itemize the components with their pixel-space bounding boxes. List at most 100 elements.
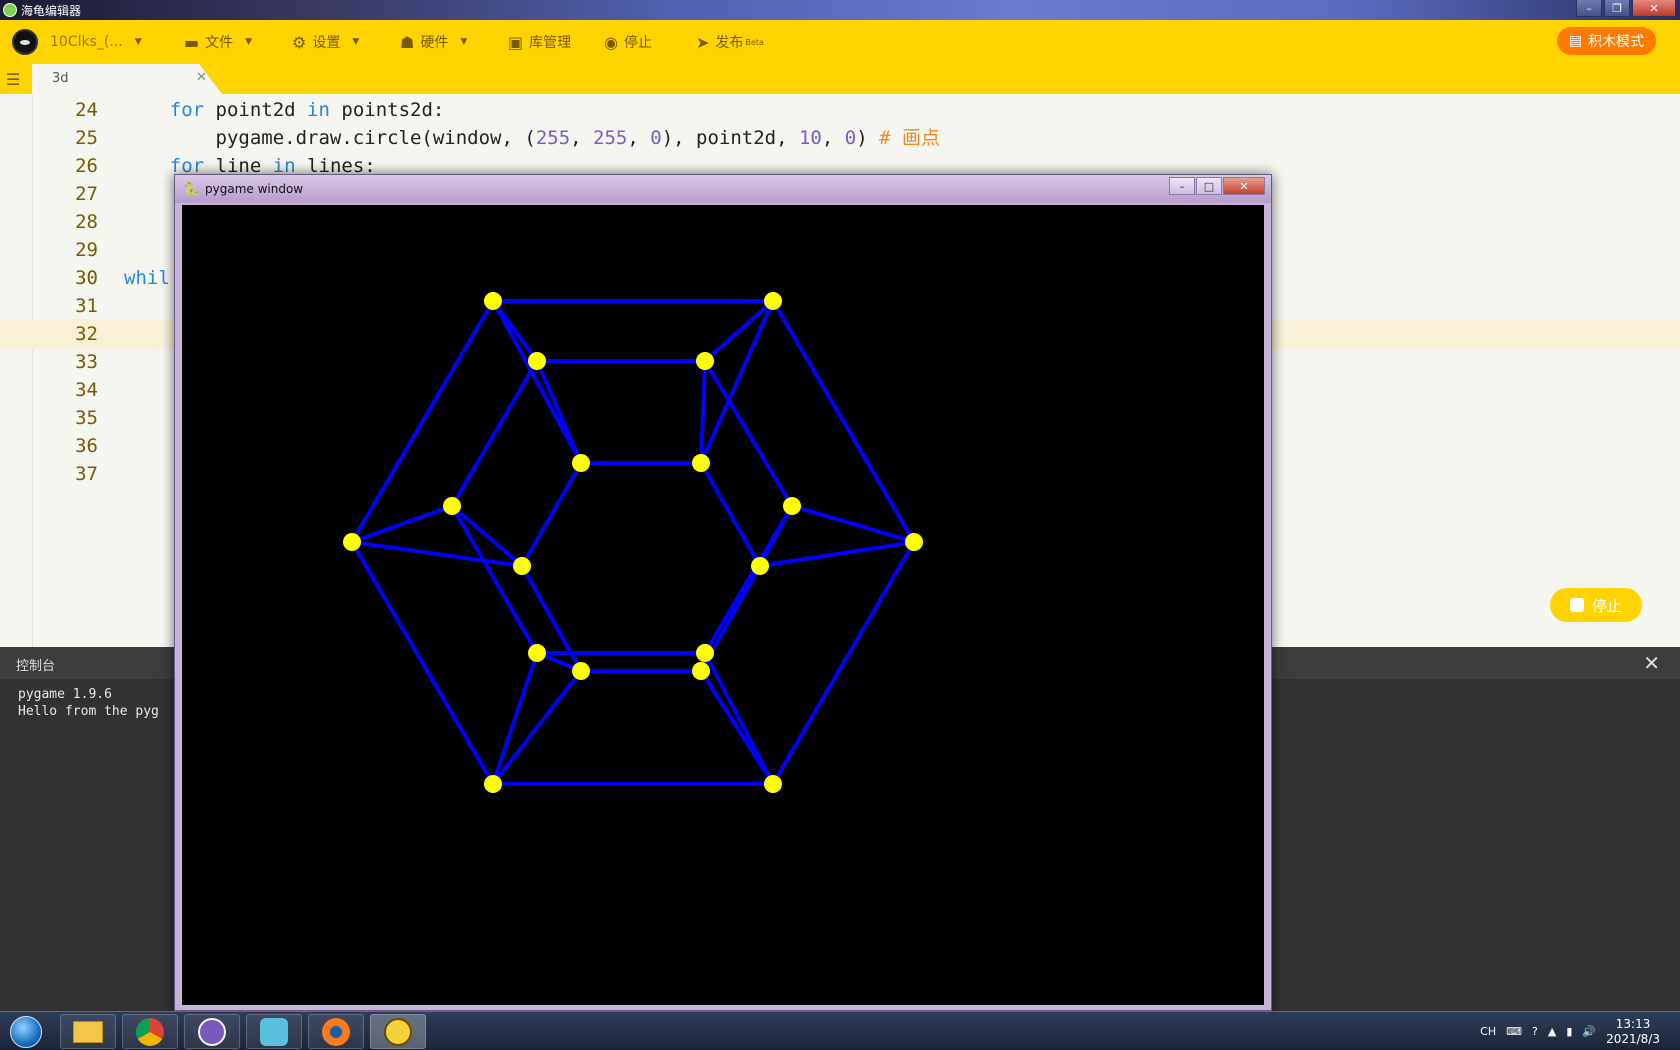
canvas-background [182,205,1264,1005]
network-icon[interactable]: ▮ [1566,1025,1572,1038]
line-number: 27 [75,183,98,205]
folder-icon [73,1020,103,1043]
close-button[interactable]: ✕ [1632,0,1676,17]
menu-toggle-icon[interactable]: ☰ [6,70,20,89]
line-number: 28 [75,211,98,233]
bird-app-icon[interactable] [246,1014,302,1049]
restore-button[interactable]: ❐ [1604,0,1630,17]
wireframe-vertex [572,662,590,680]
stop-label: 停止 [623,35,652,51]
tray-expand-icon[interactable]: ▲ [1548,1025,1556,1038]
wireframe-vertex [443,497,461,515]
console-line: pygame 1.9.6 [18,687,112,702]
system-tray: CH ⌨ ? ▲ ▮ 🔊 13:13 2021/8/3 [1480,1012,1660,1050]
main-toolbar: 10Clks_(... ▼ ▬ 文件 ▼ ⚙ 设置 ▼ ☗ 硬件 ▼ ▣ 库管理 [0,20,1680,94]
line-number: 26 [75,155,98,177]
pygame-title-bar[interactable]: 🐍 pygame window – □ ✕ [175,175,1271,203]
help-icon[interactable]: ? [1532,1025,1538,1038]
code-text: for point2d in points2d: [169,99,445,121]
turtle-icon [384,1017,412,1046]
file-menu[interactable]: ▬ 文件 ▼ [184,31,252,53]
code-text: whil [124,267,170,289]
hardware-menu[interactable]: ☗ 硬件 ▼ [400,31,467,53]
turtle-editor-app-icon [3,3,17,17]
beta-badge: Beta [745,37,764,47]
start-button[interactable] [2,1013,50,1050]
pygame-minimize-button[interactable]: – [1169,177,1195,195]
code-line[interactable]: 25 pygame.draw.circle(window, (255, 255,… [0,123,1680,153]
line-number: 33 [75,351,98,373]
pygame-snake-icon: 🐍 [183,182,200,197]
chevron-down-icon: ▼ [460,37,468,47]
window-controls: – ❐ ✕ [1576,0,1676,18]
tab-close-icon[interactable]: ✕ [196,70,207,85]
chrome-icon[interactable] [122,1014,178,1049]
window-title: 海龟编辑器 [21,4,82,18]
send-icon: ➤ [696,32,710,52]
package-icon: ▣ [508,32,524,52]
publish-button[interactable]: ➤ 发布 Beta [696,31,764,53]
settings-menu-label: 设置 [312,35,341,51]
gear-icon: ⚙ [292,32,307,52]
blender-icon[interactable] [308,1014,364,1049]
chevron-down-icon: ▼ [134,37,142,47]
wireframe-vertex [343,533,361,551]
project-name: 10Clks_(... [50,34,123,50]
block-mode-button[interactable]: ▤ 积木模式 [1556,27,1656,55]
chevron-down-icon: ▼ [245,37,253,47]
tab-3d[interactable]: 3d ✕ [32,64,222,94]
code-line[interactable]: 24 for point2d in points2d: [0,95,1680,125]
windows-orb-icon [10,1015,42,1048]
language-indicator[interactable]: CH [1480,1025,1496,1038]
robot-icon: ☗ [400,32,415,52]
keyboard-icon[interactable]: ⌨ [1506,1025,1522,1038]
mascot-app-icon[interactable] [184,1014,240,1049]
chrome-logo-icon [136,1017,164,1046]
stop-circle-icon: ◉ [604,32,618,52]
wireframe-vertex [572,454,590,472]
line-number: 25 [75,127,98,149]
wireframe-vertex [764,775,782,793]
pygame-window[interactable]: 🐍 pygame window – □ ✕ [174,174,1272,1011]
mascot-icon [198,1017,226,1046]
chevron-down-icon: ▼ [352,37,360,47]
file-explorer-icon[interactable] [60,1014,116,1049]
settings-menu[interactable]: ⚙ 设置 ▼ [292,31,359,53]
pygame-window-title: pygame window [205,182,304,196]
console-title: 控制台 [16,659,56,674]
wireframe-vertex [751,557,769,575]
pygame-close-button[interactable]: ✕ [1223,177,1265,195]
console-line: Hello from the pyg [18,704,159,719]
project-menu[interactable]: 10Clks_(... ▼ [12,29,142,55]
clock-date: 2021/8/3 [1606,1031,1660,1046]
console-close-icon[interactable]: ✕ [1643,651,1660,675]
wireframe-vertex [484,775,502,793]
clock-time: 13:13 [1615,1016,1651,1031]
wireframe-vertex [783,497,801,515]
wireframe-vertex [513,557,531,575]
pygame-maximize-button[interactable]: □ [1196,177,1222,195]
line-number: 35 [75,407,98,429]
library-button[interactable]: ▣ 库管理 [508,31,571,53]
turtle-editor-icon[interactable] [370,1014,426,1049]
folder-icon: ▬ [184,32,200,52]
stop-square-icon [1569,598,1584,612]
wireframe-vertex [696,644,714,662]
line-number: 24 [75,99,98,121]
blocks-icon: ▤ [1568,33,1582,49]
minimize-button[interactable]: – [1576,0,1602,17]
clock[interactable]: 13:13 2021/8/3 [1606,1017,1660,1047]
wireframe-vertex [692,454,710,472]
floating-stop-button[interactable]: 停止 [1550,588,1642,622]
wireframe-vertex [528,644,546,662]
hardware-menu-label: 硬件 [420,35,449,51]
file-menu-label: 文件 [205,35,234,51]
blender-logo-icon [322,1017,350,1046]
stop-button-toolbar[interactable]: ◉ 停止 [604,31,652,53]
window-title-bar: 海龟编辑器 – ❐ ✕ [0,0,1680,20]
line-number: 29 [75,239,98,261]
volume-icon[interactable]: 🔊 [1582,1025,1596,1038]
wireframe-vertex [764,292,782,310]
wireframe-vertex [696,352,714,370]
line-number: 34 [75,379,98,401]
